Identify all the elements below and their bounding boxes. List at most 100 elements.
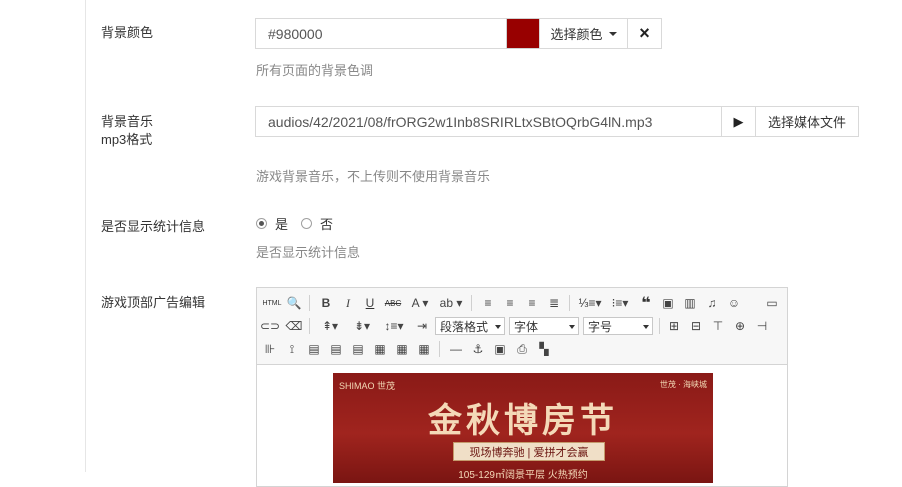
merge-right-button[interactable]: ▤ xyxy=(327,340,345,358)
font-family-select[interactable]: 字体 xyxy=(509,317,579,335)
highlight-button[interactable]: ab ▾ xyxy=(437,294,465,312)
toolbar-separator xyxy=(309,318,310,334)
delete-row-button[interactable]: ⊣ xyxy=(753,317,771,335)
chevron-down-icon xyxy=(569,325,575,329)
preview-button[interactable]: 🔍 xyxy=(285,294,303,312)
align-center-button[interactable]: ≡ xyxy=(501,294,519,312)
anchor-icon: ⚓ xyxy=(472,342,484,356)
row-spacing-bottom-button[interactable]: ⇟▾ xyxy=(349,317,375,335)
left-divider xyxy=(85,0,86,472)
merge-cells-button[interactable]: ▤ xyxy=(305,340,323,358)
line-height-icon: ↕≡▾ xyxy=(384,319,404,333)
insert-row-icon: ⊕ xyxy=(734,319,746,333)
insert-video-button[interactable]: ▥ xyxy=(681,294,699,312)
split-cells-button[interactable]: ▦ xyxy=(371,340,389,358)
ad-editor-label: 游戏顶部广告编辑 xyxy=(101,295,206,310)
toolbar-separator xyxy=(569,295,570,311)
indent-button[interactable]: ⇥ xyxy=(413,317,431,335)
font-size-select[interactable]: 字号 xyxy=(583,317,653,335)
bg-color-input[interactable]: #980000 xyxy=(255,18,507,49)
rich-text-editor[interactable]: HTML 🔍 B I U ABC A ▾ ab ▾ ≡ ≡ ≡ ≣ ⅓≡▾ ⁝≡… xyxy=(256,287,788,487)
insert-table-button[interactable]: ⊞ xyxy=(665,317,683,335)
show-stats-help: 是否显示统计信息 xyxy=(256,245,361,260)
toolbar-separator xyxy=(659,318,660,334)
delete-row-icon: ⊣ xyxy=(756,319,768,333)
horizontal-rule-button[interactable]: — xyxy=(447,340,465,358)
eraser-button[interactable]: ⌫ xyxy=(285,317,303,335)
search-replace-button[interactable]: ▚ xyxy=(535,340,553,358)
strikethrough-button[interactable]: ABC xyxy=(383,294,403,312)
font-color-icon: A ▾ xyxy=(411,296,429,310)
fullscreen-button[interactable]: ▭ xyxy=(763,294,781,312)
print-button[interactable]: ⎙ xyxy=(513,340,531,358)
play-icon: ▶ xyxy=(733,113,744,129)
merge-down-button[interactable]: ▤ xyxy=(349,340,367,358)
insert-image-button[interactable]: ▣ xyxy=(659,294,677,312)
insert-col-button[interactable]: ⊪ xyxy=(261,340,279,358)
split-cols-button[interactable]: ▦ xyxy=(415,340,433,358)
bold-button[interactable]: B xyxy=(317,294,335,312)
ordered-list-button[interactable]: ⅓≡▾ xyxy=(577,294,603,312)
ordered-list-icon: ⅓≡▾ xyxy=(578,296,602,310)
radio-yes[interactable]: 是 xyxy=(256,214,288,233)
align-right-icon: ≡ xyxy=(528,296,536,310)
color-swatch[interactable] xyxy=(506,18,540,49)
music-icon: ♫ xyxy=(707,296,717,310)
split-rows-button[interactable]: ▦ xyxy=(393,340,411,358)
blockquote-button[interactable]: ❝ xyxy=(637,294,655,312)
emotion-button[interactable]: ☺ xyxy=(725,294,743,312)
row-spacing-top-button[interactable]: ⇞▾ xyxy=(317,317,343,335)
paragraph-format-select[interactable]: 段落格式 xyxy=(435,317,505,335)
chevron-down-icon xyxy=(643,325,649,329)
anchor-button[interactable]: ⚓ xyxy=(469,340,487,358)
row-spacing-top-icon: ⇞▾ xyxy=(321,319,339,333)
font-color-button[interactable]: A ▾ xyxy=(407,294,433,312)
banner-brand-right: 世茂 · 海峡城 xyxy=(659,380,707,389)
horizontal-rule-icon: — xyxy=(450,342,462,356)
print-icon: ⎙ xyxy=(517,341,527,356)
underline-button[interactable]: U xyxy=(361,294,379,312)
insert-row-button[interactable]: ⊕ xyxy=(731,317,749,335)
banner-subtitle: 现场博奔驰 | 爱拼才会赢 xyxy=(453,442,605,461)
align-right-button[interactable]: ≡ xyxy=(523,294,541,312)
table-icon: ⊞ xyxy=(668,319,680,333)
insert-music-button[interactable]: ♫ xyxy=(703,294,721,312)
show-stats-label: 是否显示统计信息 xyxy=(101,219,206,234)
date-button[interactable]: ▣ xyxy=(491,340,509,358)
quote-icon: ❝ xyxy=(641,295,651,312)
html-source-button[interactable]: HTML xyxy=(261,294,283,312)
line-height-button[interactable]: ↕≡▾ xyxy=(381,317,407,335)
paragraph-format-value: 段落格式 xyxy=(440,319,489,334)
radio-no[interactable]: 否 xyxy=(301,214,333,233)
radio-yes-circle[interactable] xyxy=(256,218,267,229)
align-justify-icon: ≣ xyxy=(548,296,560,310)
choose-color-button[interactable]: 选择颜色 xyxy=(539,18,628,49)
choose-color-label: 选择颜色 xyxy=(550,27,603,42)
choose-media-button[interactable]: 选择媒体文件 xyxy=(755,106,859,137)
delete-col-button[interactable]: ⟟ xyxy=(283,340,301,358)
delete-table-button[interactable]: ⊟ xyxy=(687,317,705,335)
radio-no-circle[interactable] xyxy=(301,218,312,229)
choose-media-label: 选择媒体文件 xyxy=(767,115,846,130)
caret-down-icon xyxy=(608,31,617,36)
paragraph-table-icon: ⊤ xyxy=(712,319,724,333)
banner-title: 金秋博房节 xyxy=(428,401,618,441)
merge-cells-icon: ▤ xyxy=(308,342,320,356)
unordered-list-button[interactable]: ⁝≡▾ xyxy=(607,294,633,312)
split-rows-icon: ▦ xyxy=(396,342,408,356)
editor-toolbar: HTML 🔍 B I U ABC A ▾ ab ▾ ≡ ≡ ≡ ≣ ⅓≡▾ ⁝≡… xyxy=(257,288,787,365)
toolbar-separator xyxy=(439,341,440,357)
italic-button[interactable]: I xyxy=(339,294,357,312)
bg-music-label-line2: mp3格式 xyxy=(101,132,153,147)
insert-paragraph-before-table-button[interactable]: ⊤ xyxy=(709,317,727,335)
align-left-button[interactable]: ≡ xyxy=(479,294,497,312)
link-button[interactable]: ⊂⊃ xyxy=(260,317,280,335)
banner-footer: 105-129㎡阔景平层 火热预约 xyxy=(458,470,588,481)
play-button[interactable]: ▶ xyxy=(721,106,756,137)
bg-music-label-line1: 背景音乐 xyxy=(101,114,154,129)
clear-color-button[interactable]: × xyxy=(627,18,662,49)
indent-icon: ⇥ xyxy=(416,319,428,333)
split-cols-icon: ▦ xyxy=(418,342,430,356)
bg-music-input[interactable]: audios/42/2021/08/frORG2w1Inb8SRIRLtxSBt… xyxy=(255,106,722,137)
align-justify-button[interactable]: ≣ xyxy=(545,294,563,312)
